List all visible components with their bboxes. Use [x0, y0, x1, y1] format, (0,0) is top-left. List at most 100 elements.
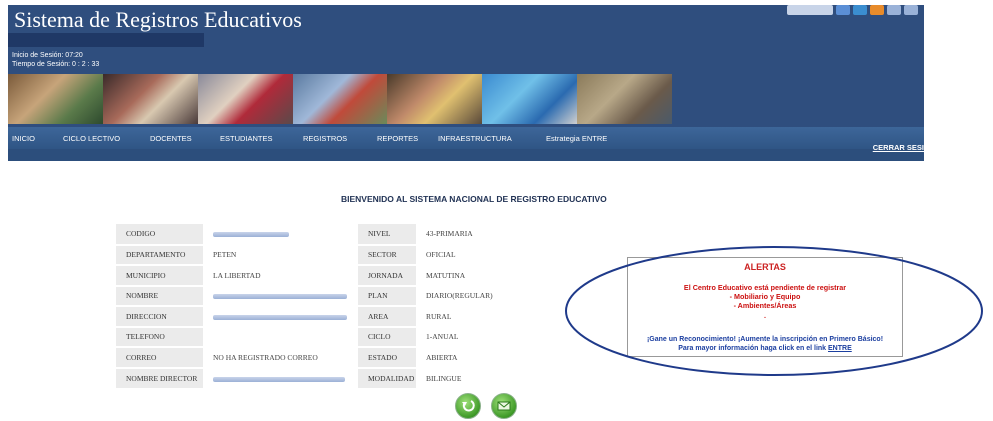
- photo-teacher: [197, 74, 293, 124]
- photo-classroom: [8, 74, 103, 124]
- alert-dot: .: [764, 311, 766, 320]
- field-label: CODIGO: [116, 224, 203, 245]
- alert-pending-text: El Centro Educativo está pendiente de re…: [683, 283, 847, 292]
- field-label: CICLO: [358, 325, 416, 347]
- table-row: PLAN DIARIO(REGULAR): [358, 284, 506, 306]
- table-row: AREA RURAL: [358, 305, 506, 327]
- alert-info-prefix: Para mayor información haga click en el …: [678, 345, 829, 352]
- cycle-value: 1-ANUAL: [416, 325, 506, 347]
- back-button[interactable]: [455, 393, 481, 419]
- sector-value: OFICIAL: [416, 243, 506, 265]
- code-value: [203, 224, 352, 245]
- area-value: RURAL: [416, 305, 506, 327]
- header-banner: Sistema de Registros Educativos Inicio d…: [8, 5, 924, 127]
- title-underline: [8, 33, 204, 47]
- field-label: DIRECCION: [116, 305, 203, 327]
- photo-school: [292, 74, 388, 124]
- redacted-value: [213, 294, 347, 300]
- mail-icon: [497, 401, 511, 411]
- field-label: TELEFONO: [116, 325, 203, 347]
- share-icon[interactable]: [887, 5, 901, 15]
- logout-link[interactable]: CERRAR SESI: [873, 143, 924, 152]
- alert-item-furniture: - Mobiliario y Equipo: [729, 292, 801, 301]
- search-box-icon[interactable]: [787, 5, 833, 15]
- field-label: PLAN: [358, 284, 416, 306]
- email-value: NO HA REGISTRADO CORREO: [203, 346, 352, 368]
- photo-pool: [482, 74, 578, 124]
- photo-students: [102, 74, 198, 124]
- session-time: Tiempo de Sesión: 0 : 2 : 33: [12, 61, 100, 68]
- top-icons: [787, 5, 918, 15]
- main-nav: INICIO CICLO LECTIVO DOCENTES ESTUDIANTE…: [8, 127, 924, 149]
- nav-infraestructura[interactable]: INFRAESTRUCTURA: [438, 134, 512, 143]
- table-row: SECTOR OFICIAL: [358, 243, 506, 265]
- field-label: NOMBRE: [116, 284, 203, 306]
- table-row: TELEFONO: [116, 325, 352, 347]
- entre-link[interactable]: ENTRE: [828, 345, 852, 352]
- rss-icon[interactable]: [870, 5, 884, 15]
- table-row: DIRECCION: [116, 305, 352, 327]
- nav-estrategia-entre[interactable]: Estrategia ENTRE: [546, 134, 607, 143]
- photo-banner: [8, 74, 672, 124]
- table-row: CICLO 1-ANUAL: [358, 325, 506, 347]
- table-row: NIVEL 43-PRIMARIA: [358, 224, 506, 245]
- alert-item-areas: - Ambientes/Áreas: [733, 301, 797, 310]
- table-row: NOMBRE: [116, 284, 352, 306]
- nav-docentes[interactable]: DOCENTES: [150, 134, 192, 143]
- field-label: AREA: [358, 305, 416, 327]
- twitter-icon[interactable]: [853, 5, 867, 15]
- field-label: ESTADO: [358, 346, 416, 368]
- alerts-panel: ALERTAS El Centro Educativo está pendien…: [627, 257, 903, 357]
- app-title: Sistema de Registros Educativos: [14, 7, 302, 32]
- school-details-table: NIVEL 43-PRIMARIA SECTOR OFICIAL JORNADA MA…: [358, 224, 506, 388]
- phone-value: [203, 325, 352, 347]
- department-value: PETEN: [203, 243, 352, 265]
- modality-value: BILINGUE: [416, 366, 506, 388]
- alerts-title: ALERTAS: [744, 262, 786, 272]
- director-value: [203, 366, 352, 388]
- table-row: ESTADO ABIERTA: [358, 346, 506, 368]
- field-label: CORREO: [116, 346, 203, 368]
- field-label: NOMBRE DIRECTOR: [116, 366, 203, 388]
- nav-ciclo-lectivo[interactable]: CICLO LECTIVO: [63, 134, 120, 143]
- field-label: SECTOR: [358, 243, 416, 265]
- shift-value: MATUTINA: [416, 264, 506, 286]
- school-info-table: CODIGO DEPARTAMENTO PETEN MUNICIPIO LA LIB…: [116, 224, 352, 388]
- nav-estudiantes[interactable]: ESTUDIANTES: [220, 134, 273, 143]
- table-row: MUNICIPIO LA LIBERTAD: [116, 264, 352, 286]
- facebook-icon[interactable]: [836, 5, 850, 15]
- photo-field: [577, 74, 672, 124]
- field-label: DEPARTAMENTO: [116, 243, 203, 265]
- field-label: MUNICIPIO: [116, 264, 203, 286]
- session-start: Inicio de Sesión: 07:20: [12, 52, 83, 59]
- status-value: ABIERTA: [416, 346, 506, 368]
- field-label: JORNADA: [358, 264, 416, 286]
- plan-value: DIARIO(REGULAR): [416, 284, 506, 306]
- welcome-heading: BIENVENIDO AL SISTEMA NACIONAL DE REGIST…: [341, 194, 607, 204]
- field-label: MODALIDAD: [358, 366, 416, 388]
- level-value: 43-PRIMARIA: [416, 224, 506, 245]
- table-row: MODALIDAD BILINGUE: [358, 366, 506, 388]
- alert-promo-text: ¡Gane un Reconocimiento! ¡Aumente la ins…: [646, 336, 884, 343]
- municipality-value: LA LIBERTAD: [203, 264, 352, 286]
- table-row: CORREO NO HA REGISTRADO CORREO: [116, 346, 352, 368]
- nav-registros[interactable]: REGISTROS: [303, 134, 347, 143]
- mail-button[interactable]: [491, 393, 517, 419]
- field-label: NIVEL: [358, 224, 416, 245]
- photo-children: [387, 74, 483, 124]
- redacted-value: [213, 314, 347, 320]
- table-row: CODIGO: [116, 224, 352, 245]
- redacted-value: [213, 232, 289, 238]
- alert-info-text: Para mayor información haga click en el …: [628, 345, 902, 352]
- redacted-value: [213, 376, 345, 382]
- table-row: NOMBRE DIRECTOR: [116, 366, 352, 388]
- table-row: JORNADA MATUTINA: [358, 264, 506, 286]
- nav-inicio[interactable]: INICIO: [12, 134, 35, 143]
- table-row: DEPARTAMENTO PETEN: [116, 243, 352, 265]
- nav-lower-bar: CERRAR SESI: [8, 143, 924, 161]
- nav-reportes[interactable]: REPORTES: [377, 134, 418, 143]
- name-value: [203, 284, 352, 306]
- back-arrow-icon: [462, 400, 475, 412]
- address-value: [203, 305, 352, 327]
- help-icon[interactable]: [904, 5, 918, 15]
